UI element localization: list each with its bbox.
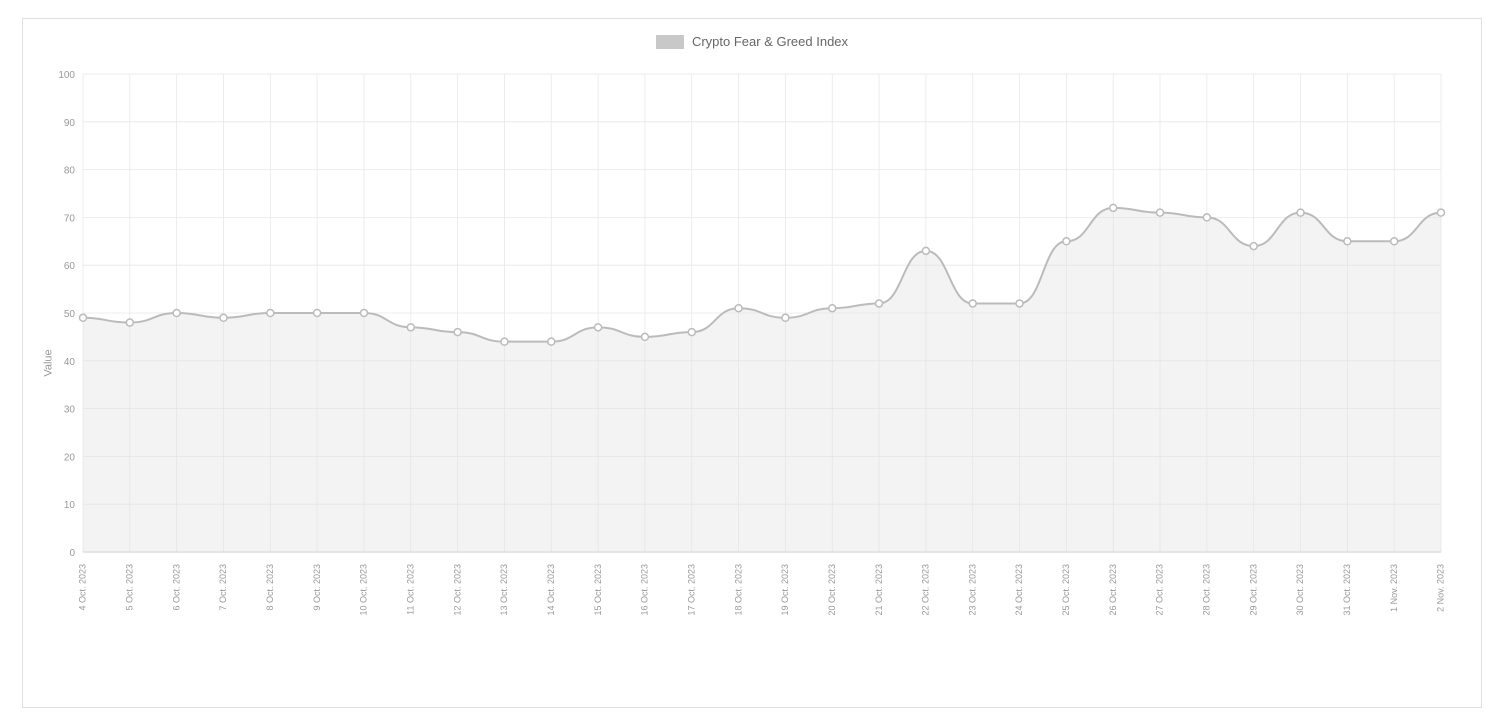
svg-text:19 Oct. 2023: 19 Oct. 2023 — [780, 564, 790, 616]
svg-text:21 Oct. 2023: 21 Oct. 2023 — [874, 564, 884, 616]
svg-text:17 Oct. 2023: 17 Oct. 2023 — [686, 564, 696, 616]
svg-text:11 Oct. 2023: 11 Oct. 2023 — [405, 564, 415, 615]
svg-text:15 Oct. 2023: 15 Oct. 2023 — [593, 564, 603, 616]
svg-text:7 Oct. 2023: 7 Oct. 2023 — [218, 564, 228, 611]
chart-container: Crypto Fear & Greed Index Value 01020304… — [22, 18, 1482, 708]
svg-text:100: 100 — [58, 70, 75, 81]
svg-text:20: 20 — [64, 452, 76, 463]
svg-text:14 Oct. 2023: 14 Oct. 2023 — [546, 564, 556, 616]
svg-text:5 Oct. 2023: 5 Oct. 2023 — [125, 564, 135, 611]
chart-inner: 01020304050607080901004 Oct. 20235 Oct. … — [83, 59, 1451, 627]
svg-text:70: 70 — [64, 213, 76, 224]
svg-text:27 Oct. 2023: 27 Oct. 2023 — [1155, 564, 1165, 616]
svg-text:16 Oct. 2023: 16 Oct. 2023 — [640, 564, 650, 616]
svg-text:80: 80 — [64, 166, 76, 177]
svg-text:6 Oct. 2023: 6 Oct. 2023 — [171, 564, 181, 611]
chart-svg: 01020304050607080901004 Oct. 20235 Oct. … — [83, 59, 1451, 627]
svg-text:31 Oct. 2023: 31 Oct. 2023 — [1342, 564, 1352, 616]
svg-text:60: 60 — [64, 261, 76, 272]
svg-text:90: 90 — [64, 118, 76, 129]
svg-text:40: 40 — [64, 357, 76, 368]
svg-text:10 Oct. 2023: 10 Oct. 2023 — [359, 564, 369, 616]
svg-text:0: 0 — [69, 548, 75, 559]
svg-text:28 Oct. 2023: 28 Oct. 2023 — [1202, 564, 1212, 616]
svg-text:30: 30 — [64, 405, 76, 416]
svg-text:26 Oct. 2023: 26 Oct. 2023 — [1108, 564, 1118, 616]
svg-text:13 Oct. 2023: 13 Oct. 2023 — [499, 564, 509, 616]
chart-legend: Crypto Fear & Greed Index — [23, 34, 1481, 49]
svg-text:1 Nov. 2023: 1 Nov. 2023 — [1389, 564, 1399, 612]
svg-text:18 Oct. 2023: 18 Oct. 2023 — [733, 564, 743, 616]
svg-text:10: 10 — [64, 500, 76, 511]
svg-text:8 Oct. 2023: 8 Oct. 2023 — [265, 564, 275, 611]
svg-text:9 Oct. 2023: 9 Oct. 2023 — [312, 564, 322, 611]
svg-text:29 Oct. 2023: 29 Oct. 2023 — [1248, 564, 1258, 616]
svg-text:2 Nov. 2023: 2 Nov. 2023 — [1436, 564, 1446, 612]
svg-text:25 Oct. 2023: 25 Oct. 2023 — [1061, 564, 1071, 616]
svg-text:24 Oct. 2023: 24 Oct. 2023 — [1014, 564, 1024, 616]
svg-text:4 Oct. 2023: 4 Oct. 2023 — [78, 564, 88, 611]
y-axis-label: Value — [43, 349, 55, 376]
svg-text:20 Oct. 2023: 20 Oct. 2023 — [827, 564, 837, 616]
svg-text:50: 50 — [64, 309, 76, 320]
svg-text:30 Oct. 2023: 30 Oct. 2023 — [1295, 564, 1305, 616]
svg-text:22 Oct. 2023: 22 Oct. 2023 — [921, 564, 931, 616]
chart-title: Crypto Fear & Greed Index — [692, 34, 848, 49]
legend-swatch — [656, 35, 684, 49]
svg-text:12 Oct. 2023: 12 Oct. 2023 — [452, 564, 462, 616]
svg-text:23 Oct. 2023: 23 Oct. 2023 — [967, 564, 977, 616]
